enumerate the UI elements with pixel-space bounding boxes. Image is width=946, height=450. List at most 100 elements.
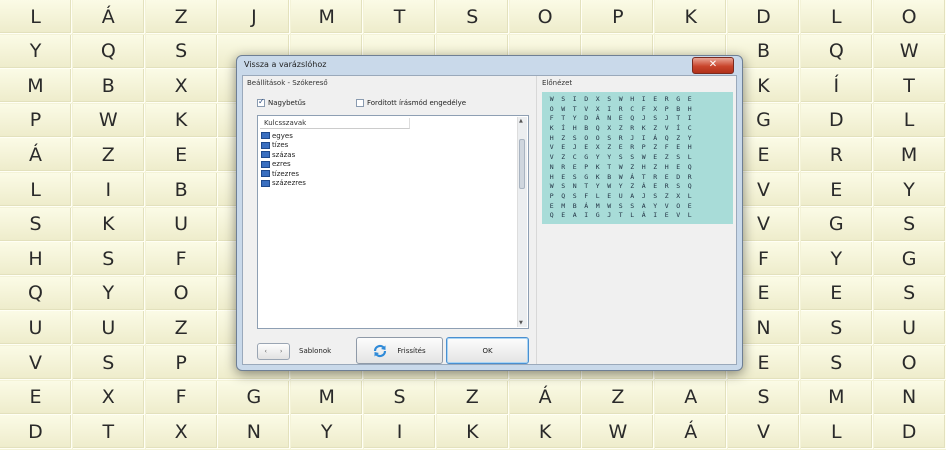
grid-cell[interactable]: D <box>800 103 873 138</box>
grid-cell[interactable]: Y <box>800 242 873 277</box>
grid-cell[interactable]: Q <box>800 34 873 69</box>
keyword-item[interactable]: tízes <box>261 141 306 151</box>
grid-cell[interactable]: Á <box>655 415 728 450</box>
grid-cell[interactable]: D <box>873 415 946 450</box>
grid-cell[interactable]: Z <box>145 0 218 34</box>
grid-cell[interactable]: T <box>873 69 946 104</box>
grid-cell[interactable]: J <box>218 0 291 34</box>
grid-cell[interactable]: Á <box>0 138 72 173</box>
grid-cell[interactable]: M <box>873 138 946 173</box>
grid-cell[interactable]: K <box>655 0 728 34</box>
close-button[interactable]: ✕ <box>692 57 734 74</box>
grid-cell[interactable]: Y <box>72 276 145 311</box>
grid-cell[interactable]: Z <box>436 380 509 415</box>
grid-cell[interactable]: M <box>800 380 873 415</box>
grid-cell[interactable]: X <box>72 380 145 415</box>
grid-cell[interactable]: L <box>0 173 72 207</box>
grid-cell[interactable]: G <box>218 380 291 415</box>
grid-cell[interactable]: P <box>582 0 655 34</box>
grid-cell[interactable]: S <box>873 207 946 242</box>
grid-cell[interactable]: S <box>800 346 873 380</box>
uppercase-checkbox[interactable]: Nagybetűs <box>257 97 306 107</box>
keyword-item[interactable]: egyes <box>261 131 306 141</box>
grid-cell[interactable]: S <box>364 380 436 415</box>
grid-cell[interactable]: S <box>873 276 946 311</box>
grid-cell[interactable]: M <box>0 69 72 104</box>
grid-cell[interactable]: K <box>72 207 145 242</box>
grid-cell[interactable]: E <box>800 173 873 207</box>
grid-cell[interactable]: F <box>145 242 218 277</box>
grid-cell[interactable]: O <box>873 346 946 380</box>
keyword-item[interactable]: százezres <box>261 179 306 189</box>
keywords-scrollbar[interactable]: ▲ ▼ <box>517 117 527 327</box>
reverse-writing-checkbox-box[interactable] <box>356 99 364 107</box>
grid-cell[interactable]: M <box>291 0 364 34</box>
grid-cell[interactable]: Z <box>582 380 655 415</box>
grid-cell[interactable]: V <box>0 346 72 380</box>
scroll-down-icon[interactable]: ▼ <box>519 320 523 326</box>
grid-cell[interactable]: A <box>655 380 728 415</box>
grid-cell[interactable]: S <box>0 207 72 242</box>
grid-cell[interactable]: S <box>800 311 873 346</box>
grid-cell[interactable]: Z <box>72 138 145 173</box>
grid-cell[interactable]: F <box>145 380 218 415</box>
grid-cell[interactable]: U <box>873 311 946 346</box>
grid-cell[interactable]: O <box>873 0 946 34</box>
reverse-writing-checkbox[interactable]: Fordított írásmód engedélye <box>356 99 466 107</box>
grid-cell[interactable]: L <box>873 103 946 138</box>
grid-cell[interactable]: Á <box>509 380 582 415</box>
grid-cell[interactable]: S <box>728 380 800 415</box>
grid-cell[interactable]: Í <box>800 69 873 104</box>
grid-cell[interactable]: P <box>0 103 72 138</box>
uppercase-checkbox-box[interactable] <box>257 97 265 107</box>
grid-cell[interactable]: T <box>72 415 145 450</box>
keyword-item[interactable]: ezres <box>261 160 306 170</box>
grid-cell[interactable]: D <box>0 415 72 450</box>
grid-cell[interactable]: X <box>145 69 218 104</box>
grid-cell[interactable]: K <box>436 415 509 450</box>
grid-cell[interactable]: W <box>873 34 946 69</box>
scrollbar-thumb[interactable] <box>519 139 525 189</box>
grid-cell[interactable]: M <box>291 380 364 415</box>
grid-cell[interactable]: E <box>0 380 72 415</box>
keyword-item[interactable]: tízezres <box>261 169 306 179</box>
grid-cell[interactable]: Q <box>72 34 145 69</box>
grid-cell[interactable]: N <box>873 380 946 415</box>
grid-cell[interactable]: O <box>145 276 218 311</box>
grid-cell[interactable]: Y <box>873 173 946 207</box>
grid-cell[interactable]: T <box>364 0 436 34</box>
grid-cell[interactable]: Y <box>291 415 364 450</box>
grid-cell[interactable]: K <box>509 415 582 450</box>
refresh-button[interactable]: Frissítés <box>356 337 443 364</box>
prev-template-button[interactable]: ‹ <box>258 344 274 359</box>
grid-cell[interactable]: S <box>72 242 145 277</box>
grid-cell[interactable]: S <box>145 34 218 69</box>
grid-cell[interactable]: Y <box>0 34 72 69</box>
grid-cell[interactable]: I <box>364 415 436 450</box>
grid-cell[interactable]: R <box>800 138 873 173</box>
grid-cell[interactable]: B <box>145 173 218 207</box>
grid-cell[interactable]: V <box>728 415 800 450</box>
grid-cell[interactable]: S <box>72 346 145 380</box>
grid-cell[interactable]: W <box>582 415 655 450</box>
grid-cell[interactable]: Q <box>0 276 72 311</box>
grid-cell[interactable]: Á <box>72 0 145 34</box>
grid-cell[interactable]: L <box>0 0 72 34</box>
grid-cell[interactable]: H <box>0 242 72 277</box>
grid-cell[interactable]: I <box>72 173 145 207</box>
grid-cell[interactable]: W <box>72 103 145 138</box>
grid-cell[interactable]: L <box>800 0 873 34</box>
grid-cell[interactable]: K <box>145 103 218 138</box>
keywords-column-header[interactable]: Kulcsszavak <box>260 118 410 129</box>
keywords-list-box[interactable]: Kulcsszavak egyes tízes százas ezres tízezre… <box>257 115 529 329</box>
grid-cell[interactable]: G <box>800 207 873 242</box>
dialog-titlebar[interactable]: Vissza a varázslóhoz ✕ <box>237 56 742 76</box>
grid-cell[interactable]: U <box>72 311 145 346</box>
grid-cell[interactable]: N <box>218 415 291 450</box>
grid-cell[interactable]: O <box>509 0 582 34</box>
grid-cell[interactable]: D <box>728 0 800 34</box>
grid-cell[interactable]: G <box>873 242 946 277</box>
grid-cell[interactable]: E <box>145 138 218 173</box>
grid-cell[interactable]: Z <box>145 311 218 346</box>
grid-cell[interactable]: P <box>145 346 218 380</box>
